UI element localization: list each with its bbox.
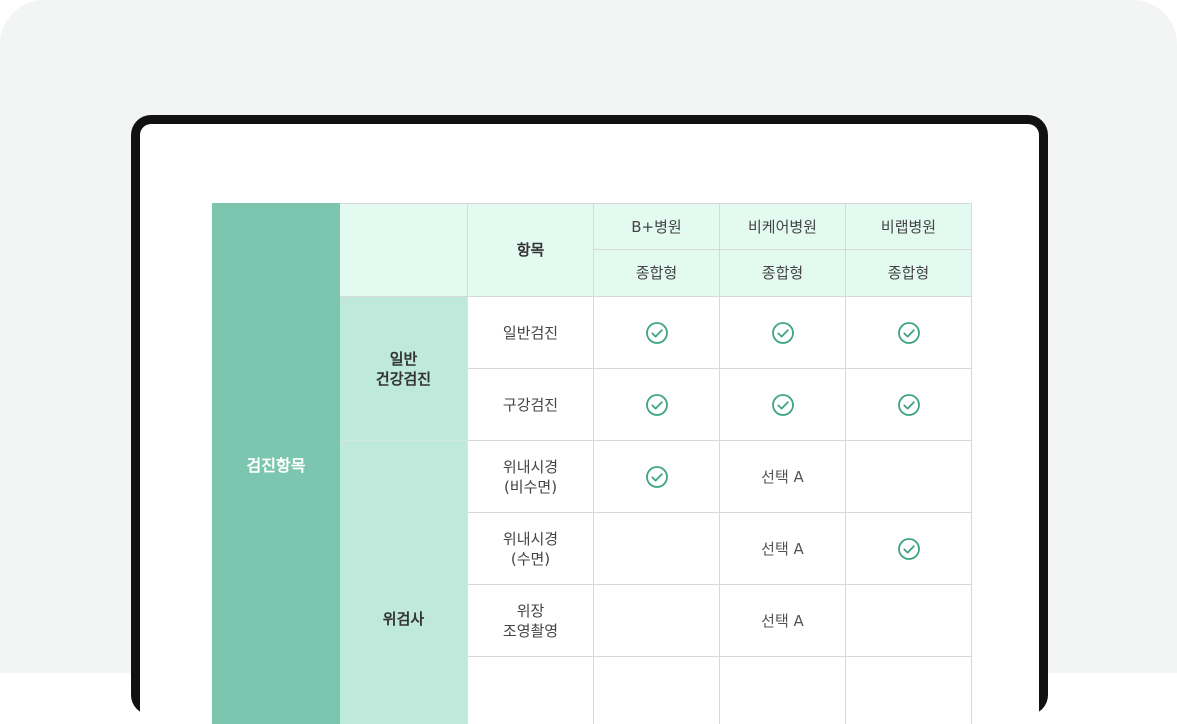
item-cell: 구강검진: [468, 369, 594, 441]
check-circle-icon: [897, 393, 921, 417]
value-cell: [720, 297, 846, 369]
hospital-name: B+병원: [631, 218, 681, 236]
value-cell: [846, 585, 972, 657]
check-circle-icon: [897, 537, 921, 561]
group-cell: 위검사: [340, 441, 468, 724]
group-label: 위검사: [340, 609, 467, 629]
option-label: 선택 A: [761, 612, 804, 630]
value-cell: [846, 513, 972, 585]
hospital-type-cell: 종합형: [846, 250, 972, 297]
group-label: 일반 건강검진: [340, 349, 467, 389]
value-cell: [594, 441, 720, 513]
hospital-type-cell: 종합형: [594, 250, 720, 297]
item-cell: 위내시경 (비수면): [468, 441, 594, 513]
item-label: 위장 조영촬영: [468, 601, 593, 641]
check-circle-icon: [645, 393, 669, 417]
value-cell: [720, 369, 846, 441]
value-cell: [846, 369, 972, 441]
header-item-label: 항목: [517, 241, 545, 259]
option-label: 선택 A: [761, 468, 804, 486]
check-circle-icon: [771, 393, 795, 417]
item-cell: 일반검진: [468, 297, 594, 369]
hospital-name-cell: 비케어병원: [720, 204, 846, 250]
category-label: 검진항목: [247, 456, 306, 475]
tablet-frame: 검진항목 항목 B+병원 비케어병원 비랩병원 종합형 종합형 종합형 일반 건…: [131, 115, 1048, 715]
header-item-cell: 항목: [468, 204, 594, 297]
value-cell: [594, 369, 720, 441]
value-cell: [720, 657, 846, 724]
value-cell: [594, 297, 720, 369]
hospital-name: 비케어병원: [748, 218, 817, 236]
check-circle-icon: [897, 321, 921, 345]
item-label: 위내시경 (비수면): [468, 457, 593, 497]
hospital-type-cell: 종합형: [720, 250, 846, 297]
value-cell: [594, 585, 720, 657]
category-cell: 검진항목: [213, 204, 340, 724]
value-cell: [594, 657, 720, 724]
option-label: 선택 A: [761, 540, 804, 558]
item-label: 일반검진: [468, 323, 593, 343]
item-label: 구강검진: [468, 395, 593, 415]
hospital-type: 종합형: [762, 264, 803, 282]
group-cell: 일반 건강검진: [340, 297, 468, 441]
value-cell: 선택 A: [720, 513, 846, 585]
value-cell: [846, 441, 972, 513]
hospital-type: 종합형: [636, 264, 677, 282]
hospital-type: 종합형: [888, 264, 929, 282]
hospital-name: 비랩병원: [881, 218, 936, 236]
check-circle-icon: [645, 321, 669, 345]
header-empty-cell: [340, 204, 468, 297]
value-cell: 선택 A: [720, 441, 846, 513]
checkup-comparison-table: 검진항목 항목 B+병원 비케어병원 비랩병원 종합형 종합형 종합형 일반 건…: [212, 203, 972, 724]
hospital-name-cell: 비랩병원: [846, 204, 972, 250]
item-cell: 위내시경 (수면): [468, 513, 594, 585]
value-cell: [594, 513, 720, 585]
value-cell: [846, 657, 972, 724]
check-circle-icon: [645, 465, 669, 489]
hospital-name-cell: B+병원: [594, 204, 720, 250]
check-circle-icon: [771, 321, 795, 345]
item-label: 위내시경 (수면): [468, 529, 593, 569]
value-cell: [846, 297, 972, 369]
item-cell: 위장 조영촬영: [468, 585, 594, 657]
value-cell: 선택 A: [720, 585, 846, 657]
item-cell: [468, 657, 594, 724]
tablet-screen: 검진항목 항목 B+병원 비케어병원 비랩병원 종합형 종합형 종합형 일반 건…: [140, 124, 1039, 724]
